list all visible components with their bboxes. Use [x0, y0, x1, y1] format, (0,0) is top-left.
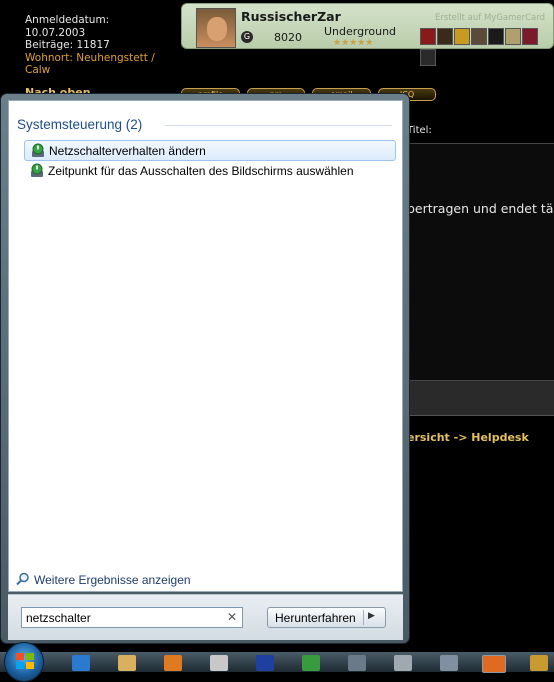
messenger-icon[interactable] [302, 655, 320, 671]
reputation-stars: ★★★★★ [333, 38, 374, 48]
section-title-systemsteuerung[interactable]: Systemsteuerung (2) [17, 117, 142, 132]
quicktime-icon[interactable] [394, 655, 412, 671]
recent-games [420, 28, 554, 66]
user-info: Anmeldedatum: 10.07.2003 Beiträge: 11817… [25, 14, 180, 77]
result-display-off-time[interactable]: Zeitpunkt für das Ausschalten des Bildsc… [24, 161, 396, 182]
game-tile-icon [420, 28, 436, 45]
game-tile-icon [488, 28, 504, 45]
registered-value: 10.07.2003 [25, 26, 86, 39]
posts-count: Beiträge: 11817 [25, 39, 110, 51]
gamercard[interactable]: RussischerZar Erstellt auf MyGamerCard G… [181, 3, 554, 66]
game-tile-icon [454, 28, 470, 45]
gamercard-credit: Erstellt auf MyGamerCard [435, 13, 545, 23]
notepad-icon[interactable] [210, 655, 228, 671]
internet-explorer-icon[interactable] [72, 655, 90, 671]
game-tile-icon [505, 28, 521, 45]
more-results-label: Weitere Ergebnisse anzeigen [34, 573, 191, 587]
power-options-icon [32, 143, 44, 157]
media-player-icon[interactable] [164, 655, 182, 671]
gamerscore-icon: G [241, 31, 253, 43]
start-button[interactable] [4, 642, 44, 682]
gamerscore: 8020 [274, 31, 302, 44]
location-line-1: Wohnort: Neuhengstett / [25, 51, 155, 64]
breadcrumb[interactable]: ersicht -> Helpdesk [407, 431, 529, 444]
post-body-text: bertragen und endet tä [407, 201, 554, 216]
shutdown-options-arrow-icon[interactable]: ▶ [368, 610, 375, 621]
windows-logo-icon [16, 653, 34, 669]
network-icon[interactable] [348, 655, 366, 671]
registered-label: Anmeldedatum: [25, 14, 110, 26]
result-label: Netzschalterverhalten ändern [49, 144, 206, 158]
shutdown-label: Herunterfahren [275, 611, 356, 625]
result-power-button-behavior[interactable]: Netzschalterverhalten ändern [24, 140, 396, 161]
title-label: Titel: [407, 125, 432, 136]
more-results-link[interactable]: Weitere Ergebnisse anzeigen [16, 572, 191, 587]
firefox-icon[interactable] [482, 655, 506, 673]
headset-icon[interactable] [440, 655, 458, 671]
shutdown-button[interactable]: Herunterfahren ▶ [267, 607, 386, 628]
gamer-avatar [196, 8, 236, 48]
search-input[interactable] [26, 609, 221, 626]
gamer-zone: Underground [324, 25, 397, 38]
clear-search-icon[interactable]: ✕ [227, 610, 237, 624]
search-box[interactable]: ✕ [21, 607, 243, 628]
game-tile-icon [522, 28, 538, 45]
gamertag: RussischerZar [241, 9, 341, 24]
explorer-folder-icon[interactable] [118, 655, 136, 671]
game-tile-icon [420, 49, 436, 66]
location-line-2: Calw [25, 64, 51, 76]
result-label: Zeitpunkt für das Ausschalten des Bildsc… [48, 164, 354, 178]
game-tile-icon [471, 28, 487, 45]
section-divider [165, 125, 392, 126]
separator-bar [403, 381, 554, 416]
world-of-warcraft-icon[interactable] [530, 655, 548, 671]
magnifier-icon [16, 572, 29, 586]
daemon-tools-icon[interactable] [256, 655, 274, 671]
game-tile-icon [437, 28, 453, 45]
post-body-panel [403, 143, 554, 381]
power-options-icon [31, 163, 43, 177]
